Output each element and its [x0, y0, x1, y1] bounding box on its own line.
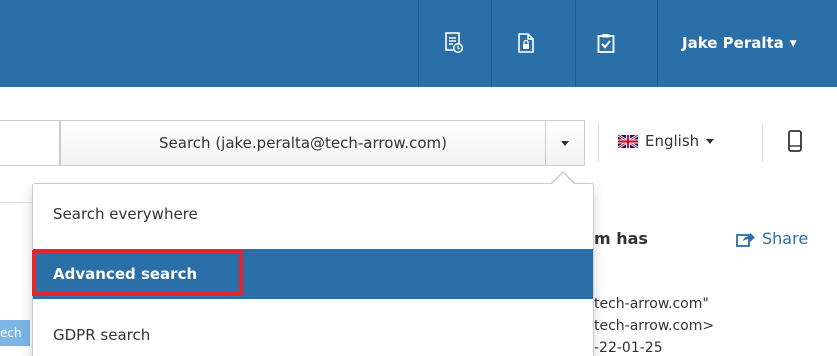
user-name: Jake Peralta: [682, 34, 784, 52]
report-schedule-icon[interactable]: [443, 30, 465, 56]
locked-document-icon[interactable]: [515, 30, 537, 56]
navbar-divider: [418, 0, 419, 87]
share-icon: [736, 232, 755, 247]
content-line: -22-01-25: [594, 340, 663, 356]
search-button[interactable]: Search (jake.peralta@tech-arrow.com): [60, 120, 546, 166]
navbar-divider: [491, 0, 492, 87]
content-title: m has: [594, 229, 648, 248]
toolbar-divider: [762, 124, 763, 162]
language-menu[interactable]: English: [618, 132, 715, 150]
menu-item-gdpr-search[interactable]: GDPR search: [33, 310, 593, 356]
search-options-toggle[interactable]: [545, 120, 585, 166]
navbar-divider: [575, 0, 576, 87]
language-label: English: [645, 132, 700, 150]
uk-flag-icon: [618, 134, 638, 148]
toolbar-divider: [598, 124, 599, 162]
content-line: tech-arrow.com": [594, 296, 709, 312]
menu-item-label: GDPR search: [53, 326, 151, 344]
task-checklist-icon[interactable]: [595, 30, 617, 56]
navbar-divider: [657, 0, 658, 87]
mobile-phone-icon[interactable]: [788, 130, 802, 156]
top-navbar: Jake Peralta ▼: [0, 0, 837, 87]
divider: [0, 202, 32, 203]
menu-item-label: Search everywhere: [53, 205, 198, 223]
search-input[interactable]: [0, 120, 60, 166]
annotation-highlight-box: [32, 250, 243, 296]
search-button-label: Search (jake.peralta@tech-arrow.com): [159, 134, 447, 152]
share-label: Share: [762, 229, 809, 248]
share-link[interactable]: Share: [736, 229, 808, 248]
selected-text-fragment: ech: [0, 320, 30, 346]
chevron-down-icon: ▼: [789, 39, 797, 49]
user-menu[interactable]: Jake Peralta ▼: [682, 34, 797, 52]
caret-down-icon: [561, 140, 569, 146]
dropdown-arrow-fill: [552, 173, 574, 184]
menu-item-search-everywhere[interactable]: Search everywhere: [33, 189, 593, 239]
content-line: tech-arrow.com>: [594, 318, 715, 334]
caret-down-icon: [706, 138, 715, 144]
